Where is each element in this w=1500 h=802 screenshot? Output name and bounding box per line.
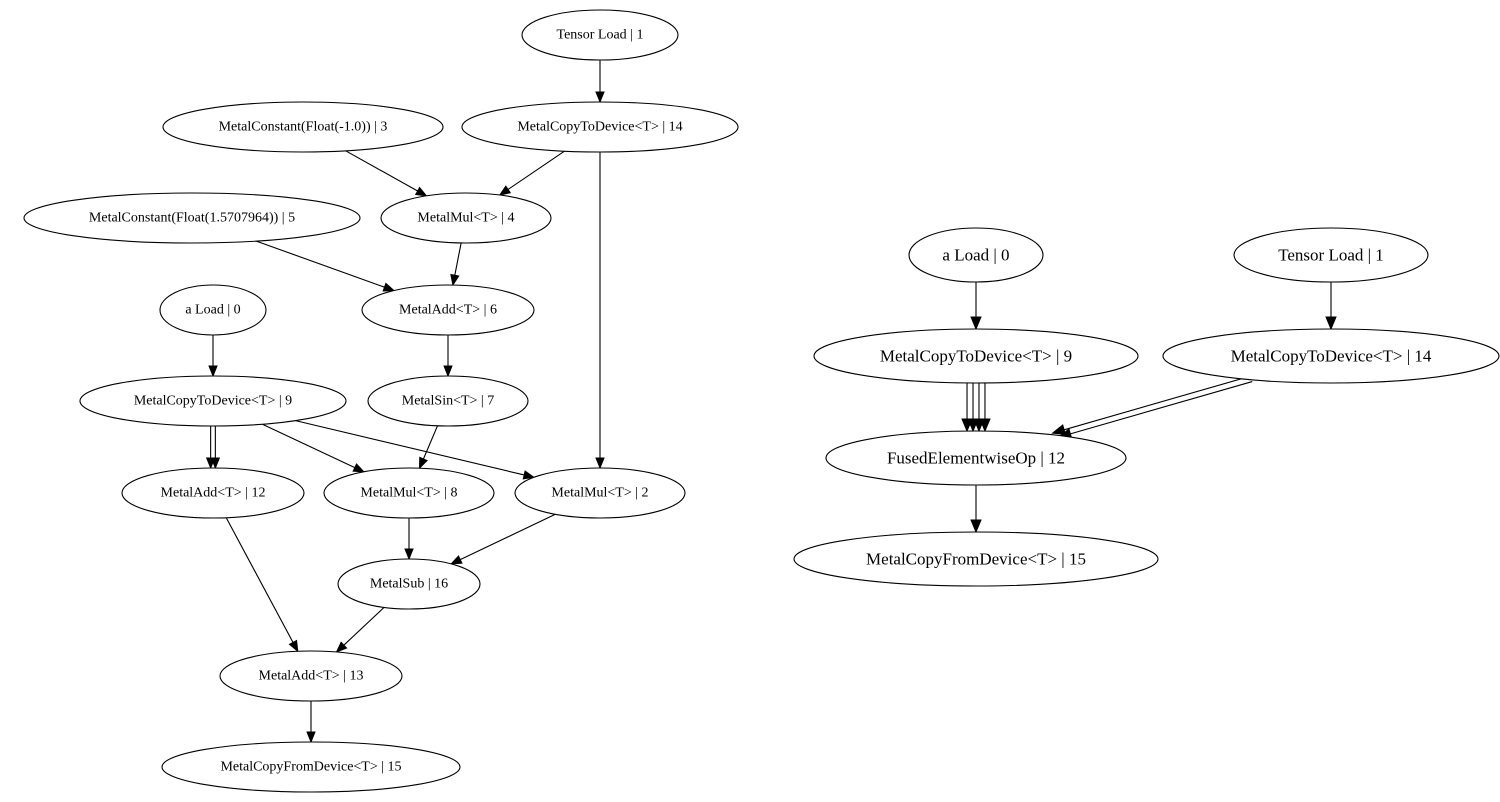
arrowhead-icon <box>970 519 982 534</box>
arrowhead-icon <box>418 456 428 470</box>
node-n1[interactable]: Tensor Load | 1 <box>521 9 679 61</box>
node-n4[interactable]: MetalMul<T> | 4 <box>380 192 552 244</box>
arrowhead-icon <box>382 282 396 292</box>
edge-f12-to-f15 <box>970 485 982 534</box>
node-label: Tensor Load | 1 <box>1278 246 1384 265</box>
arrowhead-icon <box>595 457 605 470</box>
node-label: MetalCopyFromDevice<T> | 15 <box>220 760 401 775</box>
node-n6[interactable]: MetalAdd<T> | 6 <box>361 284 535 336</box>
edge-n3-to-n4 <box>345 150 428 197</box>
node-label: MetalCopyFromDevice<T> | 15 <box>866 550 1086 569</box>
node-f14[interactable]: MetalCopyToDevice<T> | 14 <box>1162 328 1500 384</box>
edge-line <box>345 150 418 192</box>
node-label: MetalAdd<T> | 13 <box>259 669 364 684</box>
edge-line <box>507 150 565 190</box>
node-f15[interactable]: MetalCopyFromDevice<T> | 15 <box>793 531 1159 587</box>
node-n3[interactable]: MetalConstant(Float(-1.0)) | 3 <box>162 101 444 153</box>
node-n2[interactable]: MetalMul<T> | 2 <box>514 467 686 519</box>
arrowhead-icon <box>352 463 366 473</box>
node-n12[interactable]: MetalAdd<T> | 12 <box>121 467 305 519</box>
node-f12[interactable]: FusedElementwiseOp | 12 <box>825 430 1127 486</box>
original-graph: Tensor Load | 1 MetalCopyToDevice<T> | 14… <box>23 9 739 793</box>
node-label: MetalAdd<T> | 6 <box>399 303 497 318</box>
edge-line <box>1063 377 1246 431</box>
node-label: MetalMul<T> | 4 <box>417 211 514 226</box>
arrowhead-icon <box>208 365 218 378</box>
edge-f1-to-f14 <box>1325 282 1337 331</box>
edge-n16-to-n13 <box>335 607 385 653</box>
edge-n2-to-n16 <box>449 513 556 565</box>
node-label: a Load | 0 <box>942 246 1009 265</box>
edge-f14-to-f12 <box>1057 381 1253 440</box>
node-n14[interactable]: MetalCopyToDevice<T> | 14 <box>461 101 739 153</box>
node-label: MetalMul<T> | 2 <box>551 486 648 501</box>
edge-line <box>454 242 462 276</box>
edge-line <box>459 513 556 561</box>
node-label: MetalCopyToDevice<T> | 9 <box>880 347 1072 366</box>
arrowhead-icon <box>404 548 414 561</box>
arrowhead-icon <box>1325 316 1337 331</box>
edges <box>961 282 1337 534</box>
edge-line <box>256 240 385 288</box>
edge-n0-to-n9 <box>208 335 218 378</box>
node-label: MetalAdd<T> | 12 <box>161 486 266 501</box>
edge-line <box>225 517 294 643</box>
node-label: MetalCopyToDevice<T> | 9 <box>134 394 292 409</box>
edge-line <box>1070 381 1253 435</box>
node-n7[interactable]: MetalSin<T> | 7 <box>367 375 529 427</box>
node-n0[interactable]: a Load | 0 <box>159 284 267 336</box>
arrowhead-icon <box>443 365 453 378</box>
node-label: MetalSin<T> | 7 <box>402 394 494 409</box>
edge-f0-to-f9 <box>970 282 982 331</box>
edge-n12-to-n13 <box>225 517 299 653</box>
edge-n8-to-n16 <box>404 518 414 561</box>
edge-f9-to-f12 <box>961 382 973 433</box>
edge-line <box>262 423 356 469</box>
node-n16[interactable]: MetalSub | 16 <box>337 558 481 610</box>
graph-diagram: Tensor Load | 1 MetalCopyToDevice<T> | 14… <box>23 9 1500 793</box>
node-n8[interactable]: MetalMul<T> | 8 <box>323 467 495 519</box>
edge-n1-to-n14 <box>595 60 605 104</box>
arrowhead-icon <box>1051 424 1067 436</box>
arrowhead-icon <box>449 555 463 565</box>
node-label: MetalSub | 16 <box>370 577 448 592</box>
arrowhead-icon <box>970 316 982 331</box>
node-n5[interactable]: MetalConstant(Float(1.5707964)) | 5 <box>23 192 361 244</box>
edge-n6-to-n7 <box>443 335 453 378</box>
node-f9[interactable]: MetalCopyToDevice<T> | 9 <box>813 328 1139 384</box>
node-f1[interactable]: Tensor Load | 1 <box>1233 227 1429 283</box>
edge-n9-to-n8 <box>262 423 366 473</box>
arrowhead-icon <box>595 91 605 104</box>
node-label: MetalCopyToDevice<T> | 14 <box>1231 347 1432 366</box>
arrowhead-icon <box>450 273 460 287</box>
fused-graph: a Load | 0 Tensor Load | 1 MetalCopyToDevi… <box>793 227 1500 587</box>
edge-n4-to-n6 <box>450 242 462 287</box>
node-n13[interactable]: MetalAdd<T> | 13 <box>219 650 403 702</box>
edge-line <box>295 420 525 476</box>
arrowhead-icon <box>414 186 428 197</box>
node-f0[interactable]: a Load | 0 <box>908 227 1044 283</box>
edge-n14-to-n2 <box>595 152 605 470</box>
edge-n14-to-n4 <box>498 150 565 196</box>
edge-n5-to-n6 <box>256 240 396 292</box>
nodes: a Load | 0 Tensor Load | 1 MetalCopyToDevi… <box>793 227 1500 587</box>
node-label: a Load | 0 <box>185 303 240 318</box>
node-n15[interactable]: MetalCopyFromDevice<T> | 15 <box>161 741 461 793</box>
edge-n13-to-n15 <box>306 701 316 744</box>
nodes: Tensor Load | 1 MetalCopyToDevice<T> | 14… <box>23 9 739 793</box>
edge-n9-to-n12 <box>205 425 216 470</box>
edge-f14-to-f12 <box>1051 377 1246 436</box>
arrowhead-icon <box>306 731 316 744</box>
arrowhead-icon <box>498 185 512 196</box>
node-n9[interactable]: MetalCopyToDevice<T> | 9 <box>79 375 347 427</box>
node-label: MetalConstant(Float(1.5707964)) | 5 <box>89 211 295 226</box>
node-label: MetalConstant(Float(-1.0)) | 3 <box>219 120 388 135</box>
edge-line <box>343 607 385 646</box>
arrowhead-icon <box>288 639 299 653</box>
node-label: MetalCopyToDevice<T> | 14 <box>517 120 682 135</box>
edge-n7-to-n8 <box>418 425 439 470</box>
node-label: Tensor Load | 1 <box>557 28 644 43</box>
node-label: FusedElementwiseOp | 12 <box>887 449 1065 468</box>
node-label: MetalMul<T> | 8 <box>360 486 457 501</box>
